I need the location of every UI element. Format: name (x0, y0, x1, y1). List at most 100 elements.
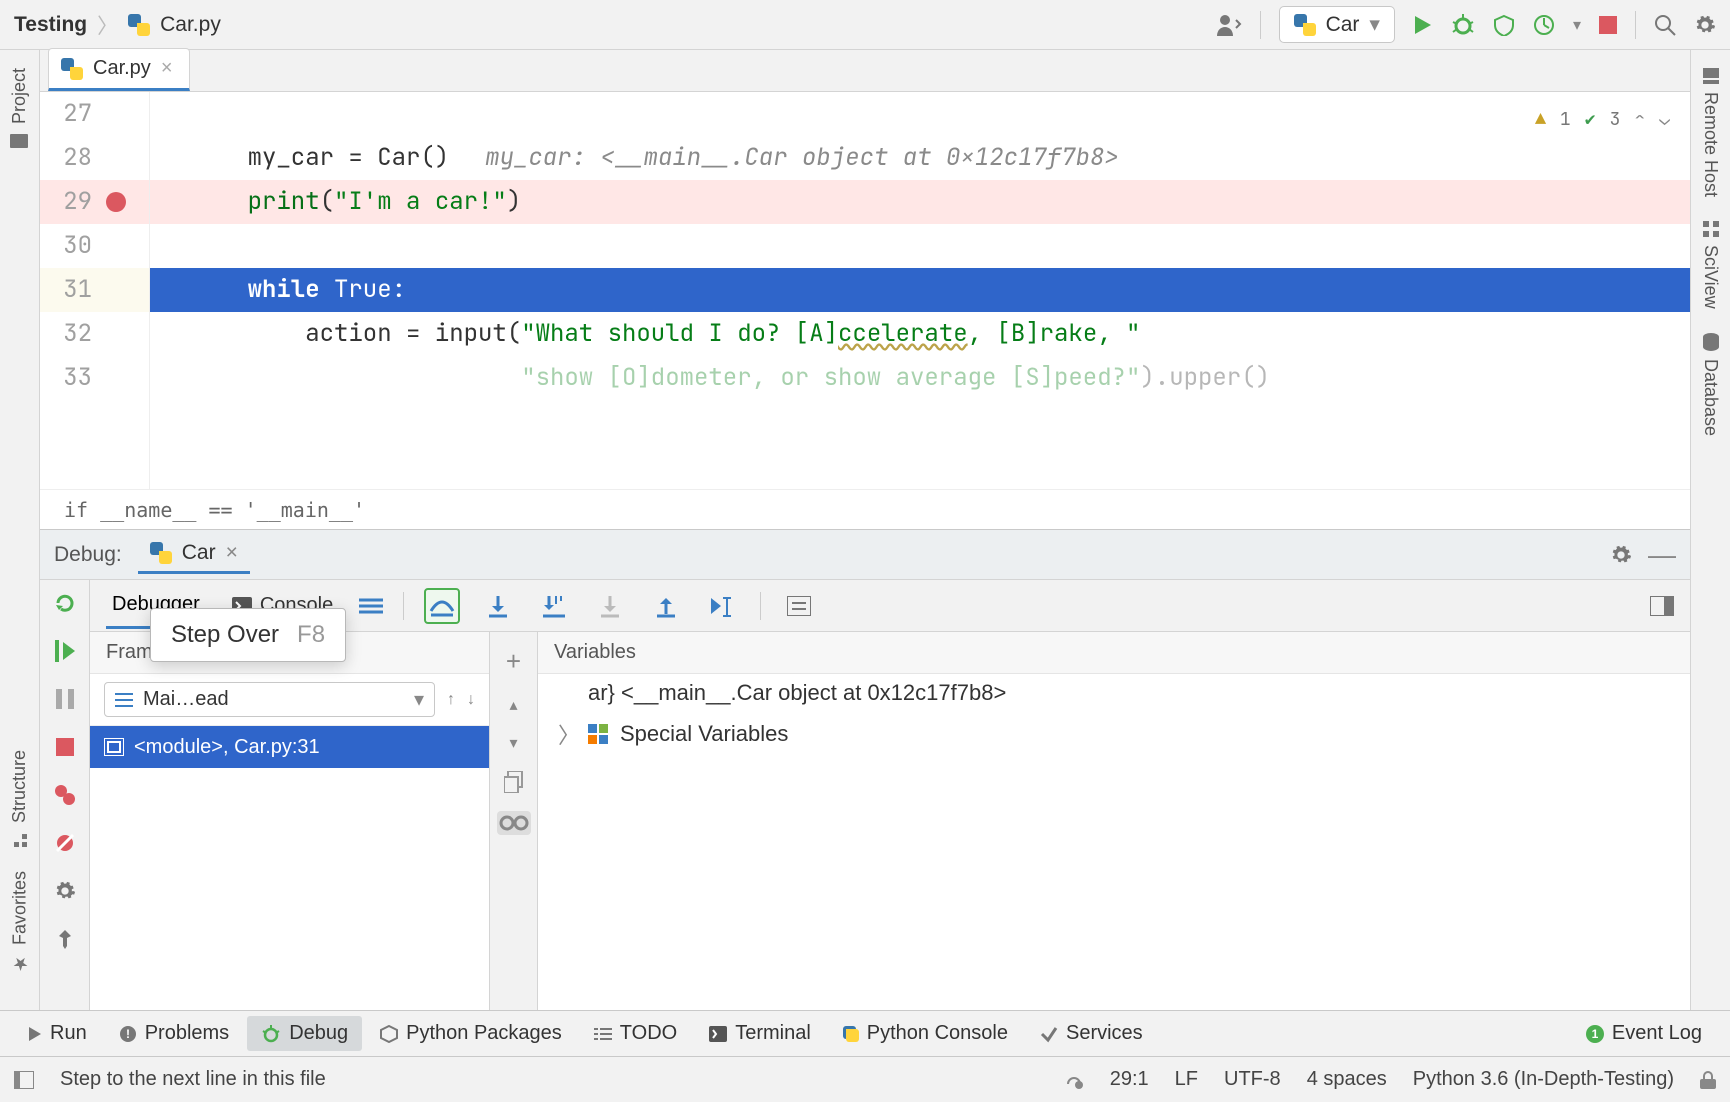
terminal-tool-button[interactable]: Terminal (695, 1016, 825, 1051)
up-icon[interactable]: ▴ (509, 695, 517, 715)
code-line[interactable]: print("I'm a car!") (150, 180, 1690, 224)
structure-tool-button[interactable]: Structure (9, 750, 30, 847)
sciview-tool-button[interactable]: SciView (1700, 221, 1721, 309)
mute-breakpoints-icon[interactable] (52, 830, 78, 856)
gutter-line[interactable]: 31 (40, 268, 149, 312)
search-icon[interactable] (1654, 14, 1676, 36)
warning-icon: ▲ (1535, 98, 1546, 142)
breadcrumb-root[interactable]: Testing (14, 13, 87, 37)
python-console-tool-button[interactable]: Python Console (829, 1016, 1022, 1051)
bottom-tool-bar: Run !Problems Debug Python Packages TODO… (0, 1010, 1730, 1056)
chevron-up-icon[interactable]: ⌃ (1634, 98, 1645, 142)
layout-settings-button[interactable] (1650, 596, 1674, 616)
warning-count: 1 (1560, 98, 1571, 142)
code-line[interactable] (150, 224, 1690, 268)
add-watch-icon[interactable]: + (506, 646, 521, 677)
editor-gutter[interactable]: 27282930313233 (40, 92, 150, 489)
remote-host-tool-button[interactable]: Remote Host (1700, 68, 1721, 197)
next-frame-icon[interactable]: ↓ (467, 691, 475, 709)
profiler-icon[interactable] (1533, 14, 1555, 36)
pin-icon[interactable] (52, 926, 78, 952)
code-line[interactable]: while True: (150, 268, 1690, 312)
code-crumb-bar[interactable]: if __name__ == '__main__' (40, 489, 1690, 529)
chevron-down-icon[interactable]: ⌄ (1659, 98, 1670, 142)
variable-row[interactable]: ar} <__main__.Car object at 0x12c17f7b8> (538, 674, 1690, 712)
chevron-down-icon[interactable]: ▾ (1573, 15, 1581, 35)
debug-session-tab[interactable]: Car × (138, 535, 250, 574)
background-tasks-icon[interactable] (1062, 1070, 1084, 1090)
breakpoint-icon[interactable] (106, 192, 126, 212)
pause-icon[interactable] (52, 686, 78, 712)
close-icon[interactable]: × (226, 541, 238, 565)
project-tool-button[interactable]: Project (9, 68, 30, 150)
debug-tool-button[interactable]: Debug (247, 1016, 362, 1051)
run-configuration-selector[interactable]: Car ▾ (1279, 6, 1395, 43)
interpreter[interactable]: Python 3.6 (In-Depth-Testing) (1413, 1068, 1674, 1091)
step-over-button[interactable] (424, 588, 460, 624)
line-separator[interactable]: LF (1175, 1068, 1198, 1091)
python-file-icon (128, 14, 150, 36)
step-into-button[interactable] (480, 588, 516, 624)
gutter-line[interactable]: 33 (40, 356, 149, 400)
rerun-icon[interactable] (52, 590, 78, 616)
code-line[interactable]: my_car = Car()my_car: <__main__.Car obje… (150, 136, 1690, 180)
frames-panel: Frames Mai…ead ▾ ↑ ↓ (90, 632, 490, 1010)
variable-group-icon (588, 724, 608, 744)
prev-frame-icon[interactable]: ↑ (447, 691, 455, 709)
gear-icon[interactable] (52, 878, 78, 904)
close-icon[interactable]: × (161, 57, 173, 80)
lock-icon[interactable] (1700, 1071, 1716, 1089)
services-tool-button[interactable]: Services (1026, 1016, 1157, 1051)
force-step-into-button[interactable] (592, 588, 628, 624)
variable-row[interactable]: 〉 Special Variables (538, 712, 1690, 756)
editor-tab-car[interactable]: Car.py × (48, 48, 190, 91)
todo-tool-button[interactable]: TODO (580, 1016, 691, 1051)
run-to-cursor-button[interactable] (704, 588, 740, 624)
python-packages-tool-button[interactable]: Python Packages (366, 1016, 576, 1051)
gear-icon[interactable] (1694, 14, 1716, 36)
tool-window-quick-access-icon[interactable] (14, 1071, 34, 1089)
event-log-tool-button[interactable]: 1Event Log (1572, 1016, 1716, 1051)
stop-icon[interactable] (1599, 16, 1617, 34)
database-tool-button[interactable]: Database (1700, 333, 1721, 436)
stop-icon[interactable] (52, 734, 78, 760)
run-icon[interactable] (1413, 14, 1433, 36)
step-out-button[interactable] (648, 588, 684, 624)
editor-content[interactable]: ▲ 1 ✔ 3 ⌃ ⌄ my_car = Car()my_car: <__mai… (150, 92, 1690, 489)
threads-icon[interactable] (359, 597, 383, 615)
inspection-widget[interactable]: ▲ 1 ✔ 3 ⌃ ⌄ (1535, 98, 1670, 142)
indent-settings[interactable]: 4 spaces (1307, 1068, 1387, 1091)
gutter-line[interactable]: 32 (40, 312, 149, 356)
copy-icon[interactable] (504, 771, 524, 793)
stack-frame[interactable]: <module>, Car.py:31 (90, 726, 489, 768)
thread-selector[interactable]: Mai…ead ▾ (104, 682, 435, 717)
resume-icon[interactable] (52, 638, 78, 664)
minimize-icon[interactable]: — (1648, 539, 1676, 571)
gutter-line[interactable]: 28 (40, 136, 149, 180)
expand-icon[interactable]: 〉 (558, 718, 576, 750)
gutter-line[interactable]: 30 (40, 224, 149, 268)
down-icon[interactable]: ▾ (509, 733, 517, 753)
problems-tool-button[interactable]: !Problems (105, 1016, 243, 1051)
caret-position[interactable]: 29:1 (1110, 1068, 1149, 1091)
gutter-line[interactable]: 27 (40, 92, 149, 136)
user-icon[interactable] (1216, 14, 1242, 36)
coverage-icon[interactable] (1493, 14, 1515, 36)
breadcrumb-file[interactable]: Car.py (160, 13, 221, 37)
code-editor[interactable]: 27282930313233 ▲ 1 ✔ 3 ⌃ ⌄ my_car = Car(… (40, 92, 1690, 489)
step-into-my-code-button[interactable] (536, 588, 572, 624)
debug-title: Debug: (54, 543, 122, 567)
watches-icon[interactable] (497, 811, 531, 835)
run-tool-button[interactable]: Run (14, 1016, 101, 1051)
file-encoding[interactable]: UTF-8 (1224, 1068, 1281, 1091)
code-crumb[interactable]: if __name__ == '__main__' (64, 498, 365, 522)
view-breakpoints-icon[interactable] (52, 782, 78, 808)
gutter-line[interactable]: 29 (40, 180, 149, 224)
debug-icon[interactable] (1451, 14, 1475, 36)
evaluate-expression-button[interactable] (781, 588, 817, 624)
favorites-tool-button[interactable]: ★ Favorites (9, 871, 31, 974)
gear-icon[interactable] (1610, 544, 1632, 566)
code-line[interactable]: action = input("What should I do? [A]cce… (150, 312, 1690, 356)
code-line[interactable]: "show [O]dometer, or show average [S]pee… (150, 356, 1690, 400)
code-line[interactable] (150, 92, 1690, 136)
